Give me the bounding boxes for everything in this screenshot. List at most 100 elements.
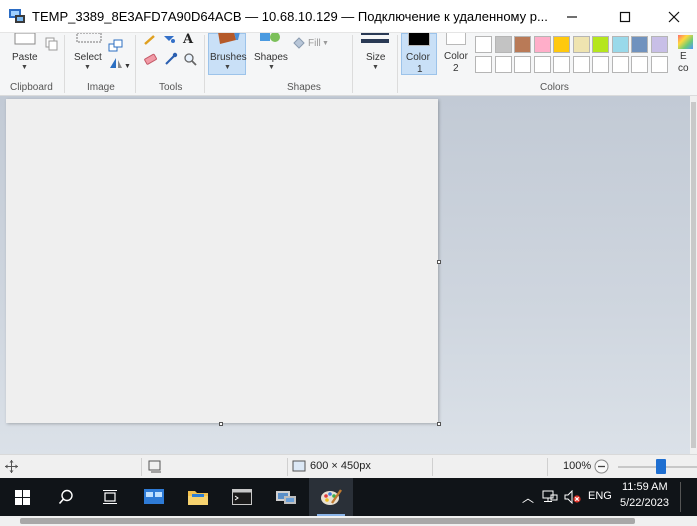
paste-button[interactable]: Paste ▼ [8, 33, 40, 75]
fill-icon [293, 37, 305, 49]
input-language[interactable]: ENG [588, 490, 612, 502]
color-swatch[interactable] [592, 36, 609, 53]
copy-icon[interactable] [45, 37, 59, 51]
search-button[interactable] [44, 478, 88, 516]
zoom-level: 100% [563, 460, 592, 472]
canvas-size-icon [292, 460, 306, 472]
color-swatch[interactable] [592, 56, 609, 73]
eraser-icon[interactable] [143, 53, 159, 65]
color1-label: Color [406, 52, 430, 63]
color1-swatch [408, 33, 430, 46]
color-swatch[interactable] [650, 56, 668, 73]
divider [141, 458, 142, 476]
clipboard-icon [14, 33, 36, 45]
shapes-label: Shapes [254, 52, 288, 63]
remote-desktop-icon [276, 491, 296, 504]
color-swatch[interactable] [650, 36, 668, 53]
network-icon[interactable] [542, 490, 558, 504]
cursor-position-icon [5, 460, 18, 473]
resize-handle-right[interactable] [437, 260, 441, 264]
taskbar-app-command-prompt[interactable] [220, 478, 264, 516]
color-picker-icon[interactable] [164, 52, 178, 66]
color-swatch[interactable] [475, 36, 492, 53]
scrollbar-thumb[interactable] [691, 102, 696, 448]
start-button[interactable] [0, 478, 44, 516]
window-title: TEMP_3389_8E3AFD7A90D64ACB — 10.68.10.12… [32, 9, 548, 24]
color-swatch[interactable] [494, 36, 512, 53]
color-swatch[interactable] [514, 56, 531, 73]
taskbar-app-file-explorer[interactable] [176, 478, 220, 516]
fill-bucket-icon[interactable] [162, 33, 176, 44]
shapes-dropdown-icon: ▼ [268, 64, 275, 71]
text-icon[interactable]: A [182, 33, 196, 44]
taskbar-app-remote-desktop[interactable] [264, 478, 308, 516]
shapes-icon [260, 33, 280, 42]
color-swatch[interactable] [611, 36, 629, 53]
rotate-icon[interactable]: ▼ [108, 56, 130, 70]
shapes-group-label: Shapes [287, 82, 321, 93]
drawing-canvas[interactable] [6, 99, 438, 423]
divider [204, 35, 205, 93]
show-desktop-divider [680, 482, 681, 512]
minimize-icon [567, 15, 577, 18]
resize-handle-corner[interactable] [437, 422, 441, 426]
show-hidden-icons-chevron-icon[interactable]: ︿ [522, 489, 534, 506]
colors-group-label: Colors [540, 82, 569, 93]
size-button[interactable]: Size ▼ [358, 33, 392, 75]
select-rectangle-icon [76, 33, 102, 43]
color2-swatch [446, 33, 466, 45]
color2-button[interactable]: Color 2 [440, 33, 472, 75]
taskbar-app-control-panel[interactable] [132, 478, 176, 516]
volume-muted-icon[interactable] [564, 490, 582, 504]
color-swatch[interactable] [631, 56, 648, 73]
paste-label: Paste [12, 52, 38, 63]
color-swatch[interactable] [553, 56, 570, 73]
zoom-slider[interactable] [618, 459, 697, 474]
windows-logo-icon [14, 489, 30, 505]
edit-colors-label: E [680, 51, 687, 62]
line-width-icon [361, 33, 389, 43]
maximize-button[interactable] [602, 0, 648, 33]
taskbar-app-paint[interactable] [309, 478, 353, 516]
taskbar: ︿ ENG 11:59 AM 5/22/2023 [0, 478, 697, 516]
color-swatch[interactable] [611, 56, 629, 73]
magnifier-icon[interactable] [183, 52, 197, 66]
clock-time[interactable]: 11:59 AM [622, 481, 668, 493]
brushes-button[interactable]: Brushes ▼ [208, 33, 247, 75]
color-swatch[interactable] [553, 36, 570, 53]
minimize-button[interactable] [549, 0, 595, 33]
color1-button[interactable]: Color 1 [401, 33, 437, 75]
resize-handle-bottom[interactable] [219, 422, 223, 426]
color-swatch[interactable] [533, 36, 551, 53]
color-swatch[interactable] [572, 36, 590, 53]
color-swatch[interactable] [533, 56, 551, 73]
canvas-size-text: 600 × 450px [310, 460, 371, 472]
close-button[interactable] [651, 0, 697, 33]
fill-button[interactable]: Fill ▼ [292, 37, 332, 51]
edit-colors-icon [678, 35, 693, 49]
color-swatch[interactable] [494, 56, 512, 73]
edit-colors-button[interactable]: E co [674, 33, 697, 75]
zoom-out-button[interactable] [594, 459, 609, 474]
pencil-icon[interactable] [143, 35, 157, 45]
terminal-icon [232, 489, 252, 505]
close-icon [668, 11, 680, 22]
color-swatch[interactable] [514, 36, 531, 53]
select-button[interactable]: Select ▼ [72, 33, 104, 75]
vertical-scrollbar[interactable] [690, 96, 697, 454]
color-swatch[interactable] [572, 56, 590, 73]
task-view-button[interactable] [88, 478, 132, 516]
maximize-icon [619, 11, 631, 22]
brushes-label: Brushes [210, 52, 247, 63]
color-swatch[interactable] [475, 56, 492, 73]
fill-dropdown-icon: ▼ [322, 40, 329, 47]
color2-number: 2 [453, 63, 459, 74]
clock-date[interactable]: 5/22/2023 [620, 497, 669, 509]
resize-icon[interactable] [108, 39, 124, 53]
svg-text:▼: ▼ [124, 63, 130, 70]
shapes-button[interactable]: Shapes ▼ [252, 33, 290, 75]
zoom-slider-thumb[interactable] [656, 459, 666, 474]
color-swatch[interactable] [631, 36, 648, 53]
svg-text:A: A [182, 33, 194, 44]
horizontal-scrollbar[interactable] [20, 518, 635, 524]
